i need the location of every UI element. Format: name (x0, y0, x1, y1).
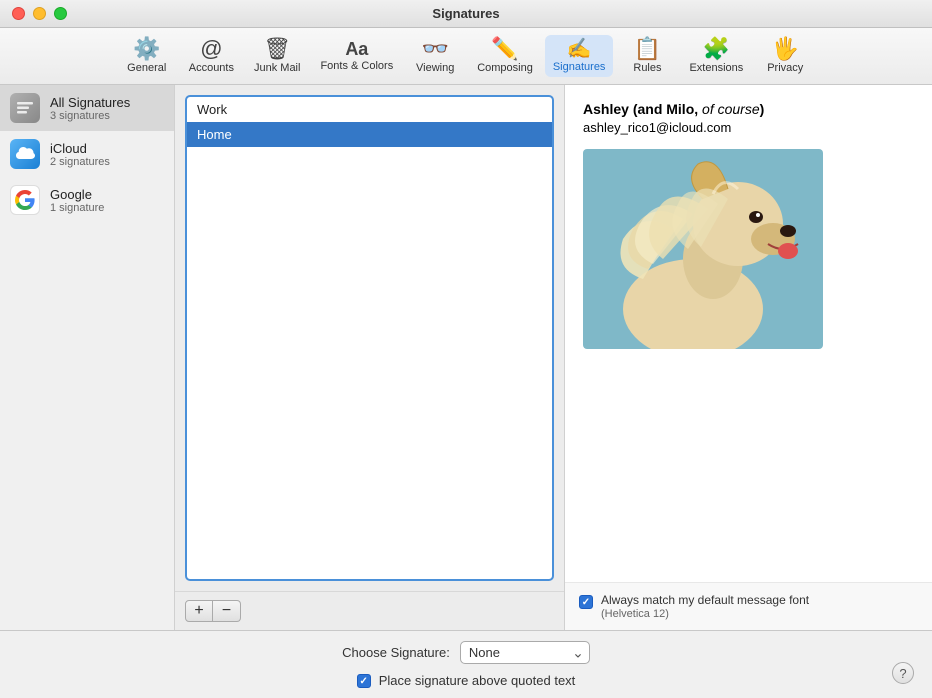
preview-name-bold: Ashley (583, 101, 629, 117)
help-button[interactable]: ? (892, 662, 914, 684)
maximize-button[interactable] (54, 7, 67, 20)
privacy-icon: 🖐 (772, 38, 799, 60)
toolbar-item-privacy[interactable]: 🖐 Privacy (755, 34, 815, 78)
choose-signature-label: Choose Signature: (342, 645, 450, 660)
rules-icon: 📋 (634, 38, 661, 60)
preview-dog-image (583, 149, 823, 349)
main-content: All Signatures 3 signatures iCloud 2 sig… (0, 85, 932, 630)
google-text: Google 1 signature (50, 187, 164, 214)
signature-item-home[interactable]: Home (187, 122, 552, 147)
minimize-button[interactable] (33, 7, 46, 20)
toolbar-item-viewing[interactable]: 👓 Viewing (405, 34, 465, 78)
font-match-text-container: Always match my default message font (He… (601, 593, 809, 620)
toolbar-item-signatures[interactable]: ✍ Signatures (545, 35, 614, 77)
add-signature-button[interactable]: + (185, 600, 213, 622)
center-panel: Work Home + − (175, 85, 565, 630)
sidebar-item-google[interactable]: Google 1 signature (0, 177, 174, 223)
preview-name: Ashley (and Milo, of course) (583, 101, 914, 117)
signatures-icon: ✍ (567, 39, 592, 59)
font-match-label: Always match my default message font (601, 593, 809, 607)
toolbar-label-junk-mail: Junk Mail (254, 62, 300, 74)
titlebar: Signatures (0, 0, 932, 28)
all-signatures-text: All Signatures 3 signatures (50, 95, 164, 122)
composing-icon: ✏️ (491, 38, 518, 60)
font-match-checkbox[interactable] (579, 595, 593, 609)
close-button[interactable] (12, 7, 25, 20)
traffic-lights (12, 7, 67, 20)
toolbar-label-composing: Composing (477, 62, 533, 74)
font-match-sublabel: (Helvetica 12) (601, 608, 809, 620)
google-count: 1 signature (50, 202, 164, 214)
place-signature-label: Place signature above quoted text (379, 673, 576, 688)
choose-signature-select[interactable]: None Work Home Random (460, 641, 590, 664)
signatures-list-container: Work Home (175, 85, 564, 591)
right-panel: Ashley (and Milo, of course) ashley_rico… (565, 85, 932, 630)
preview-name-italic: of course (702, 101, 760, 117)
preview-name-rest: (and Milo, of course) (633, 101, 764, 117)
viewing-icon: 👓 (422, 38, 449, 60)
google-name: Google (50, 187, 164, 202)
toolbar-label-rules: Rules (633, 62, 661, 74)
place-signature-row: Place signature above quoted text (357, 672, 576, 688)
font-match-row: Always match my default message font (He… (565, 582, 932, 630)
sidebar-item-all-signatures[interactable]: All Signatures 3 signatures (0, 85, 174, 131)
place-signature-checkbox[interactable] (357, 674, 371, 688)
bottom-bar: Choose Signature: None Work Home Random … (0, 630, 932, 698)
toolbar-label-fonts-colors: Fonts & Colors (320, 60, 393, 72)
all-signatures-name: All Signatures (50, 95, 164, 110)
google-icon (10, 185, 40, 215)
fonts-icon: Aa (345, 40, 368, 58)
extensions-icon: 🧩 (703, 38, 730, 60)
choose-signature-row: Choose Signature: None Work Home Random … (342, 641, 590, 664)
toolbar-item-fonts-colors[interactable]: Aa Fonts & Colors (312, 36, 401, 76)
gear-icon: ⚙️ (133, 38, 160, 60)
choose-signature-select-wrapper: None Work Home Random ⌄ (460, 641, 590, 664)
toolbar-label-viewing: Viewing (416, 62, 454, 74)
toolbar-item-accounts[interactable]: @ Accounts (181, 34, 242, 78)
toolbar-item-rules[interactable]: 📋 Rules (617, 34, 677, 78)
toolbar-item-composing[interactable]: ✏️ Composing (469, 34, 541, 78)
icloud-text: iCloud 2 signatures (50, 141, 164, 168)
signature-item-work[interactable]: Work (187, 97, 552, 122)
at-icon: @ (200, 38, 222, 60)
toolbar-label-general: General (127, 62, 166, 74)
sidebar-item-icloud[interactable]: iCloud 2 signatures (0, 131, 174, 177)
all-signatures-count: 3 signatures (50, 110, 164, 122)
icloud-icon (10, 139, 40, 169)
toolbar: ⚙️ General @ Accounts 🗑 Junk Mail Aa Fon… (0, 28, 932, 85)
toolbar-item-general[interactable]: ⚙️ General (117, 34, 177, 78)
junk-mail-icon: 🗑 (263, 38, 291, 60)
toolbar-label-signatures: Signatures (553, 61, 606, 73)
icloud-count: 2 signatures (50, 156, 164, 168)
toolbar-label-privacy: Privacy (767, 62, 803, 74)
preview-email: ashley_rico1@icloud.com (583, 120, 914, 135)
toolbar-item-extensions[interactable]: 🧩 Extensions (681, 34, 751, 78)
signatures-list[interactable]: Work Home (185, 95, 554, 581)
icloud-name: iCloud (50, 141, 164, 156)
sidebar: All Signatures 3 signatures iCloud 2 sig… (0, 85, 175, 630)
toolbar-label-extensions: Extensions (689, 62, 743, 74)
toolbar-item-junk-mail[interactable]: 🗑 Junk Mail (246, 34, 308, 78)
signature-preview: Ashley (and Milo, of course) ashley_rico… (565, 85, 932, 582)
toolbar-label-accounts: Accounts (189, 62, 234, 74)
window-title: Signatures (432, 6, 499, 21)
all-signatures-icon (10, 93, 40, 123)
center-toolbar: + − (175, 591, 564, 630)
remove-signature-button[interactable]: − (213, 600, 241, 622)
